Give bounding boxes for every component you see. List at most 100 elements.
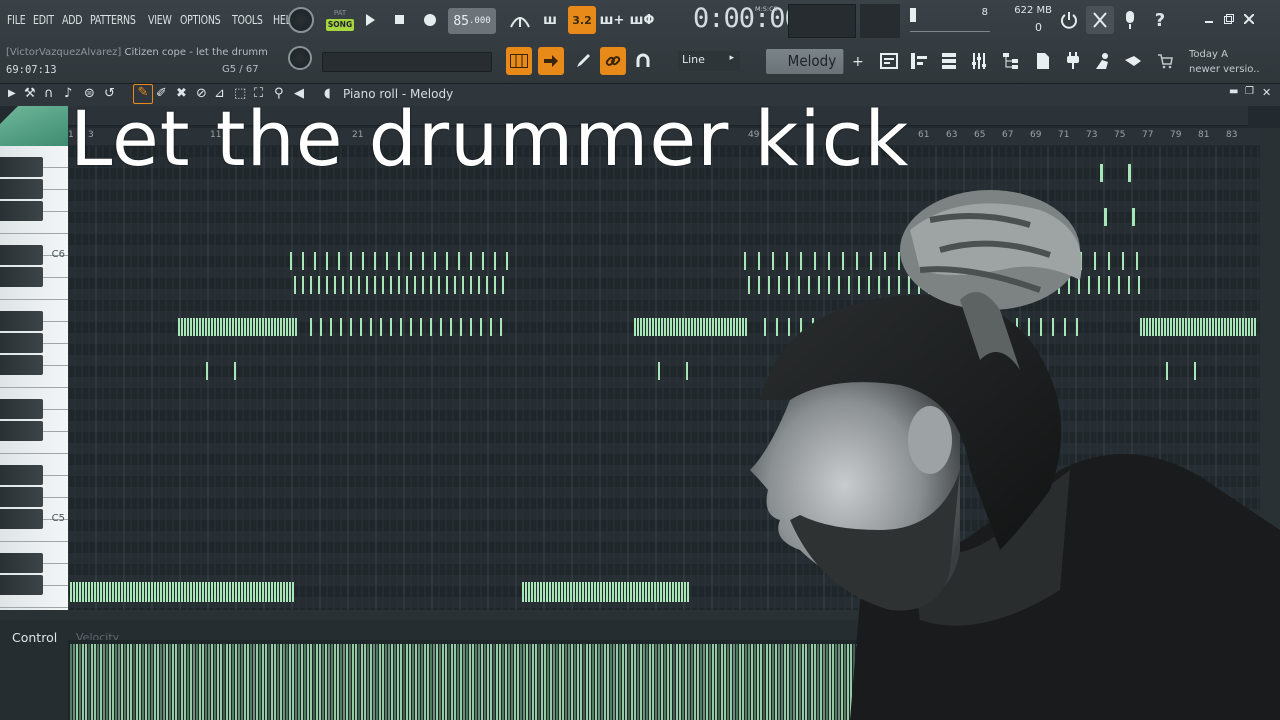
minimize-pr-icon[interactable]: ▬ [1229, 86, 1238, 97]
master-pitch-knob[interactable] [288, 46, 312, 70]
note [712, 318, 714, 336]
record-button[interactable] [416, 6, 444, 34]
black-key[interactable] [0, 399, 43, 419]
black-key[interactable] [0, 509, 43, 529]
close-button[interactable] [1240, 10, 1258, 28]
restore-button[interactable] [1220, 10, 1238, 28]
velocity-bar [904, 644, 906, 720]
black-key[interactable] [0, 201, 43, 221]
velocity-bar [310, 644, 312, 720]
note [1248, 318, 1250, 336]
tempo-display[interactable]: 85.000 [448, 8, 496, 34]
control-label[interactable]: Control [12, 630, 57, 645]
black-key[interactable] [0, 487, 43, 507]
menu-options[interactable]: OPTIONS [180, 12, 221, 27]
black-key[interactable] [0, 575, 43, 595]
menu-patterns[interactable]: PATTERNS [90, 12, 136, 27]
snap-select[interactable]: Line ▸ [678, 51, 740, 71]
velocity-bar [961, 644, 963, 720]
restore-pr-icon[interactable]: ❐ [1245, 86, 1254, 97]
note [130, 582, 132, 602]
help-button[interactable]: ? [1146, 6, 1174, 34]
black-key[interactable] [0, 157, 43, 177]
note [124, 582, 126, 602]
step-edit-button[interactable]: ш+ [598, 6, 626, 34]
menu-view[interactable]: VIEW [148, 12, 172, 27]
vertical-scrollbar[interactable] [1260, 128, 1280, 610]
cut-button[interactable] [1086, 6, 1114, 34]
note [238, 582, 240, 602]
loop-record-button[interactable]: шΦ [628, 6, 656, 34]
project-button[interactable] [1030, 48, 1056, 74]
black-key[interactable] [0, 311, 43, 331]
news-panel[interactable]: Today A newer versio.. [1189, 47, 1260, 77]
velocity-bar [283, 644, 285, 720]
play-button[interactable] [356, 6, 384, 34]
piano-roll-button[interactable] [506, 47, 532, 75]
black-key[interactable] [0, 245, 43, 265]
menu-tools[interactable]: TOOLS [232, 12, 263, 27]
browser-button[interactable] [998, 48, 1024, 74]
close-pr-icon[interactable]: ✕ [1262, 86, 1271, 99]
black-key[interactable] [0, 465, 43, 485]
metronome-button[interactable] [506, 6, 534, 34]
black-key[interactable] [0, 355, 43, 375]
magnet-icon[interactable]: ∩ [44, 86, 54, 101]
edison-button[interactable] [1090, 48, 1116, 74]
draw-tool[interactable] [570, 47, 596, 75]
menu-edit[interactable]: EDIT [33, 12, 54, 27]
channel-rack-button[interactable] [936, 48, 962, 74]
arrow-button[interactable] [538, 47, 564, 75]
hint-bar: [VictorVazquezAlvarez] Citizen cope - le… [6, 47, 268, 58]
tool-corner[interactable] [0, 106, 68, 146]
black-key[interactable] [0, 553, 43, 573]
hint-user: [VictorVazquezAlvarez] [6, 47, 122, 58]
note [500, 318, 502, 336]
time-display[interactable]: 0:00:00 [693, 3, 801, 34]
black-key[interactable] [0, 333, 43, 353]
piano-keyboard[interactable]: C6 C5 [0, 146, 68, 610]
link-button[interactable] [600, 47, 626, 75]
record-audio-button[interactable] [1116, 6, 1144, 34]
velocity-bar [499, 644, 501, 720]
velocity-bar [610, 644, 612, 720]
velocity-bar [847, 644, 849, 720]
channel-rack-icon [942, 53, 956, 69]
horizontal-scrollbar[interactable] [0, 610, 1280, 620]
panic-button[interactable] [1055, 6, 1083, 34]
plugin-button[interactable] [1060, 48, 1086, 74]
minimize-button[interactable] [1200, 10, 1218, 28]
note-grid[interactable] [68, 146, 1260, 610]
countdown-button[interactable]: 3.2 [568, 6, 596, 34]
black-key[interactable] [0, 267, 43, 287]
wrench-icon[interactable]: ⚒ [24, 86, 36, 101]
add-pattern-button[interactable]: + [852, 54, 864, 70]
black-key[interactable] [0, 179, 43, 199]
velocity-bar [982, 644, 984, 720]
note [1179, 318, 1181, 336]
velocity-bar [307, 644, 309, 720]
pat-song-toggle[interactable]: PAT SONG [326, 7, 354, 35]
black-key[interactable] [0, 421, 43, 441]
note [540, 582, 542, 602]
master-volume-knob[interactable] [288, 7, 314, 33]
mixer-send-button[interactable] [1120, 48, 1146, 74]
velocity-bar [1204, 644, 1206, 720]
note [1155, 318, 1157, 336]
shop-button[interactable] [1152, 48, 1178, 74]
octave-label: C6 [51, 249, 65, 260]
mixer-button[interactable] [966, 48, 992, 74]
velocity-lane[interactable] [68, 640, 1260, 720]
piano-roll-window-button[interactable] [906, 48, 932, 74]
wait-for-input-button[interactable]: ш [536, 6, 564, 34]
note [1136, 252, 1138, 270]
stop-button[interactable] [386, 6, 414, 34]
menu-add[interactable]: ADD [62, 12, 83, 27]
menu-file[interactable]: FILE [7, 12, 26, 27]
master-pitch-slider[interactable] [322, 52, 492, 72]
note [1158, 318, 1160, 336]
menu-arrow-icon[interactable]: ▶ [8, 88, 16, 99]
magnet-button[interactable] [630, 47, 656, 75]
playlist-button[interactable] [876, 48, 902, 74]
pattern-selector[interactable]: Melody [766, 49, 844, 74]
